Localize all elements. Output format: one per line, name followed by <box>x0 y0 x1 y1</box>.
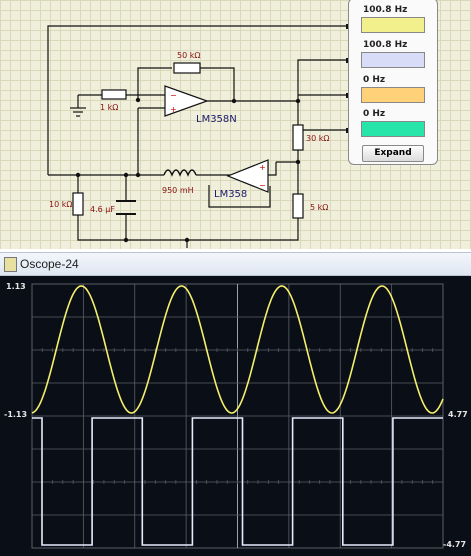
resistor-30k <box>292 124 304 151</box>
label-opamp2: LM358 <box>214 189 247 200</box>
freq-reading-3: 0 Hz <box>363 75 386 85</box>
svg-text:−: − <box>259 181 266 190</box>
capacitor-symbol <box>116 200 136 215</box>
label-r-div-top: 30 kΩ <box>306 134 329 143</box>
resistor-1k <box>101 89 127 100</box>
freq-bar-4 <box>361 121 425 137</box>
ch2-top-label: 4.77 <box>448 410 468 419</box>
freq-reading-4: 0 Hz <box>363 109 386 119</box>
freq-reading-2: 100.8 Hz <box>363 40 408 50</box>
expand-button[interactable]: Expand <box>362 145 424 162</box>
ch1-bottom-label: -1.13 <box>4 410 28 419</box>
oscope-icon <box>4 257 17 272</box>
freq-bar-3 <box>361 87 425 103</box>
svg-text:+: + <box>170 105 177 114</box>
oscope-window-titlebar[interactable]: Oscope-24 <box>0 252 471 276</box>
oscope-plot <box>31 283 444 549</box>
opamp-lm358n: − + <box>164 85 209 117</box>
label-r-div-bottom: 5 kΩ <box>310 203 328 212</box>
resistor-10k <box>72 192 84 216</box>
label-r-ground: 10 kΩ <box>49 200 72 209</box>
ground-symbol <box>70 95 86 117</box>
frequency-meter[interactable]: 100.8 Hz 100.8 Hz 0 Hz 0 Hz Expand <box>348 0 438 165</box>
freq-bar-2 <box>361 52 425 68</box>
label-r-feedback: 50 kΩ <box>177 51 200 60</box>
label-capacitor: 4.6 µF <box>90 205 115 214</box>
freq-reading-1: 100.8 Hz <box>363 5 408 15</box>
oscope-display[interactable]: 1.13 -1.13 4.77 -4.77 <box>0 276 471 556</box>
freq-bar-1 <box>361 17 425 33</box>
svg-text:−: − <box>170 91 177 100</box>
label-inductor: 950 mH <box>162 186 194 195</box>
oscope-title: Oscope-24 <box>20 257 79 271</box>
resistor-50k <box>173 62 201 74</box>
label-r-input: 1 kΩ <box>100 103 118 112</box>
resistor-5k <box>292 193 304 219</box>
svg-text:+: + <box>259 163 266 172</box>
ch2-bottom-label: -4.77 <box>443 540 467 549</box>
label-opamp1: LM358N <box>196 114 237 125</box>
ch1-top-label: 1.13 <box>6 282 26 291</box>
schematic-canvas[interactable]: − + + − 50 kΩ 1 kΩ 950 mH 10 kΩ 4.6 µF 3… <box>0 0 471 249</box>
inductor-symbol <box>163 169 197 177</box>
opamp-lm358: + − <box>226 159 269 193</box>
